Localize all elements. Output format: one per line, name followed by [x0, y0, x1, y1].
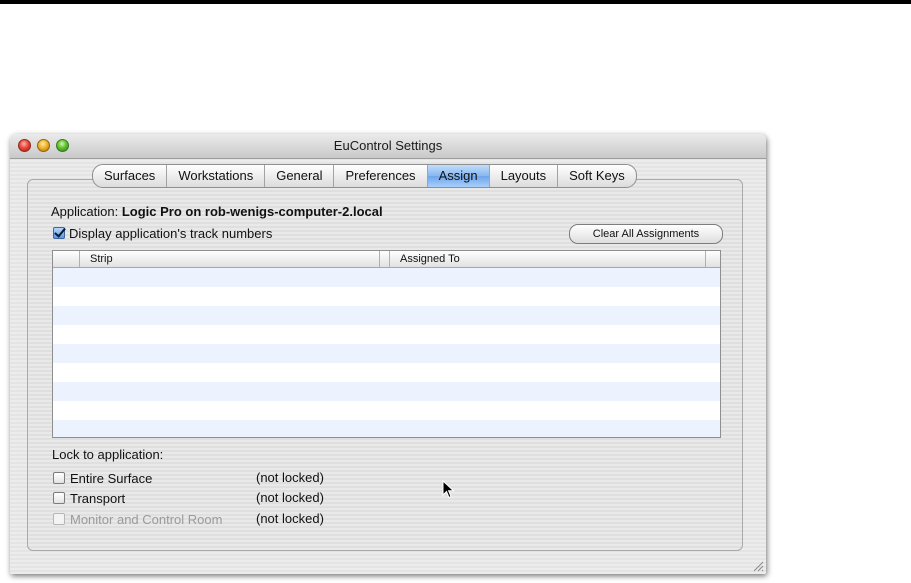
table-row[interactable]	[53, 382, 720, 401]
table-row[interactable]	[53, 420, 720, 437]
tab-general[interactable]: General	[265, 165, 335, 187]
monitor-control-room-status: (not locked)	[256, 511, 324, 526]
column-separator	[79, 251, 80, 267]
display-track-numbers-label[interactable]: Display application's track numbers	[69, 226, 272, 241]
settings-window: EuControl Settings Surfaces Workstations…	[10, 134, 766, 574]
column-separator	[705, 251, 706, 267]
table-header: Strip Assigned To	[53, 251, 720, 268]
display-track-numbers-checkbox[interactable]	[53, 227, 65, 239]
title-bar[interactable]: EuControl Settings	[10, 134, 766, 159]
tab-soft-keys[interactable]: Soft Keys	[558, 165, 636, 187]
transport-checkbox[interactable]	[53, 492, 65, 504]
assignments-table[interactable]: Strip Assigned To	[52, 250, 721, 438]
column-separator	[389, 251, 390, 267]
table-row[interactable]	[53, 287, 720, 306]
application-row: Application: Logic Pro on rob-wenigs-com…	[51, 204, 383, 219]
table-row[interactable]	[53, 344, 720, 363]
tab-workstations[interactable]: Workstations	[167, 165, 266, 187]
transport-status: (not locked)	[256, 490, 324, 505]
mouse-pointer-icon	[442, 480, 455, 499]
table-row[interactable]	[53, 363, 720, 382]
application-label: Application:	[51, 204, 119, 219]
tab-surfaces[interactable]: Surfaces	[93, 165, 168, 187]
entire-surface-checkbox[interactable]	[53, 472, 65, 484]
table-rows	[53, 268, 720, 437]
tab-preferences[interactable]: Preferences	[334, 165, 428, 187]
monitor-control-room-label: Monitor and Control Room	[70, 512, 223, 527]
lock-to-application-heading: Lock to application:	[52, 447, 164, 462]
tab-assign[interactable]: Assign	[427, 165, 490, 187]
tab-bar: Surfaces Workstations General Preference…	[92, 164, 637, 188]
resize-grip-icon[interactable]	[752, 560, 764, 572]
monitor-control-room-checkbox	[53, 513, 65, 525]
column-separator	[379, 251, 380, 267]
table-row[interactable]	[53, 268, 720, 287]
column-header-assigned-to[interactable]: Assigned To	[400, 251, 460, 267]
clear-all-assignments-button[interactable]: Clear All Assignments	[569, 224, 723, 244]
entire-surface-status: (not locked)	[256, 470, 324, 485]
top-border-line	[0, 0, 911, 4]
table-row[interactable]	[53, 325, 720, 344]
column-header-strip[interactable]: Strip	[90, 251, 113, 267]
application-value: Logic Pro on rob-wenigs-computer-2.local	[121, 204, 383, 219]
window-title: EuControl Settings	[333, 138, 443, 153]
entire-surface-label[interactable]: Entire Surface	[70, 471, 152, 486]
table-row[interactable]	[53, 306, 720, 325]
transport-label[interactable]: Transport	[70, 491, 125, 506]
table-row[interactable]	[53, 401, 720, 420]
tab-layouts[interactable]: Layouts	[490, 165, 559, 187]
